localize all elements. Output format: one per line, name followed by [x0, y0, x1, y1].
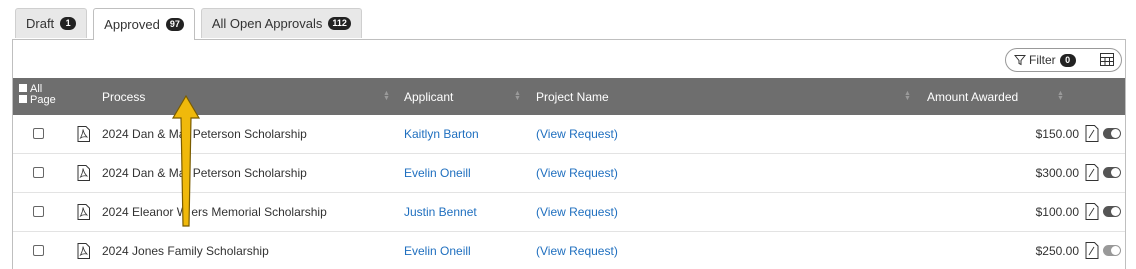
pdf-icon[interactable]: [77, 165, 90, 181]
view-request-link[interactable]: (View Request): [536, 166, 618, 180]
sort-applicant-icon[interactable]: ▲ ▼: [514, 90, 521, 102]
sort-amount-icon[interactable]: ▲ ▼: [1057, 90, 1064, 102]
tab-label: Approved: [104, 17, 160, 32]
tab-all-open-approvals[interactable]: All Open Approvals 112: [200, 8, 362, 38]
row-checkbox[interactable]: [33, 245, 44, 256]
select-all-checkbox[interactable]: [19, 84, 27, 92]
column-header-amount-awarded[interactable]: Amount Awarded: [927, 78, 1018, 115]
table-row: 2024 Jones Family Scholarship Evelin One…: [13, 232, 1125, 269]
table-toolbar: Filter 0: [995, 48, 1125, 72]
tab-approved[interactable]: Approved 97: [93, 8, 195, 40]
row-toggle[interactable]: [1103, 167, 1121, 178]
applicant-link[interactable]: Evelin Oneill: [404, 244, 471, 258]
tab-count-badge: 1: [60, 17, 77, 30]
pdf-document-icon[interactable]: [1085, 203, 1099, 220]
applicant-link[interactable]: Kaitlyn Barton: [404, 127, 479, 141]
row-checkbox[interactable]: [33, 206, 44, 217]
row-toggle[interactable]: [1103, 206, 1121, 217]
applicant-link[interactable]: Justin Bennet: [404, 205, 477, 219]
view-request-link[interactable]: (View Request): [536, 127, 618, 141]
pdf-icon[interactable]: [77, 126, 90, 142]
filter-label: Filter: [1029, 53, 1056, 67]
amount-awarded: $250.00: [1035, 244, 1079, 258]
page-label: Page: [30, 94, 56, 106]
pdf-icon[interactable]: [77, 204, 90, 220]
view-request-link[interactable]: (View Request): [536, 205, 618, 219]
annotation-arrow-icon: [171, 94, 201, 227]
pdf-document-icon[interactable]: [1085, 164, 1099, 181]
applicant-link[interactable]: Evelin Oneill: [404, 166, 471, 180]
row-checkbox[interactable]: [33, 128, 44, 139]
tab-label: Draft: [26, 16, 55, 31]
view-request-link[interactable]: (View Request): [536, 244, 618, 258]
process-name: 2024 Dan & Mar Peterson Scholarship: [102, 166, 307, 180]
row-toggle[interactable]: [1103, 245, 1121, 256]
process-name: 2024 Eleanor W ers Memorial Scholarship: [102, 205, 327, 219]
process-name: 2024 Dan & Mar Peterson Scholarship: [102, 127, 307, 141]
amount-awarded: $300.00: [1035, 166, 1079, 180]
tab-draft[interactable]: Draft 1: [15, 8, 88, 38]
column-header-project-name[interactable]: Project Name: [536, 78, 609, 115]
filter-count-badge: 0: [1059, 53, 1076, 67]
select-page-checkbox[interactable]: [19, 95, 27, 103]
pdf-icon[interactable]: [77, 243, 90, 259]
amount-awarded: $100.00: [1035, 205, 1079, 219]
column-header-applicant[interactable]: Applicant: [404, 78, 453, 115]
tab-count-badge: 97: [165, 18, 184, 31]
amount-awarded: $150.00: [1035, 127, 1079, 141]
pdf-document-icon[interactable]: [1085, 125, 1099, 142]
tab-count-badge: 112: [328, 17, 351, 30]
pdf-document-icon[interactable]: [1085, 242, 1099, 259]
column-header-process[interactable]: Process: [102, 78, 145, 115]
select-all-page[interactable]: All Page: [19, 84, 56, 106]
sort-project-icon[interactable]: ▲ ▼: [904, 90, 911, 102]
process-name: 2024 Jones Family Scholarship: [102, 244, 269, 258]
tab-label: All Open Approvals: [211, 16, 323, 31]
sort-process-icon[interactable]: ▲ ▼: [383, 90, 390, 102]
approvals-page: Draft 1 Approved 97 All Open Approvals 1…: [0, 0, 1136, 269]
column-grid-icon[interactable]: [1100, 53, 1114, 66]
row-checkbox[interactable]: [33, 167, 44, 178]
filter-icon: [1014, 55, 1026, 66]
row-toggle[interactable]: [1103, 128, 1121, 139]
tab-bar: Draft 1 Approved 97 All Open Approvals 1…: [15, 8, 368, 40]
